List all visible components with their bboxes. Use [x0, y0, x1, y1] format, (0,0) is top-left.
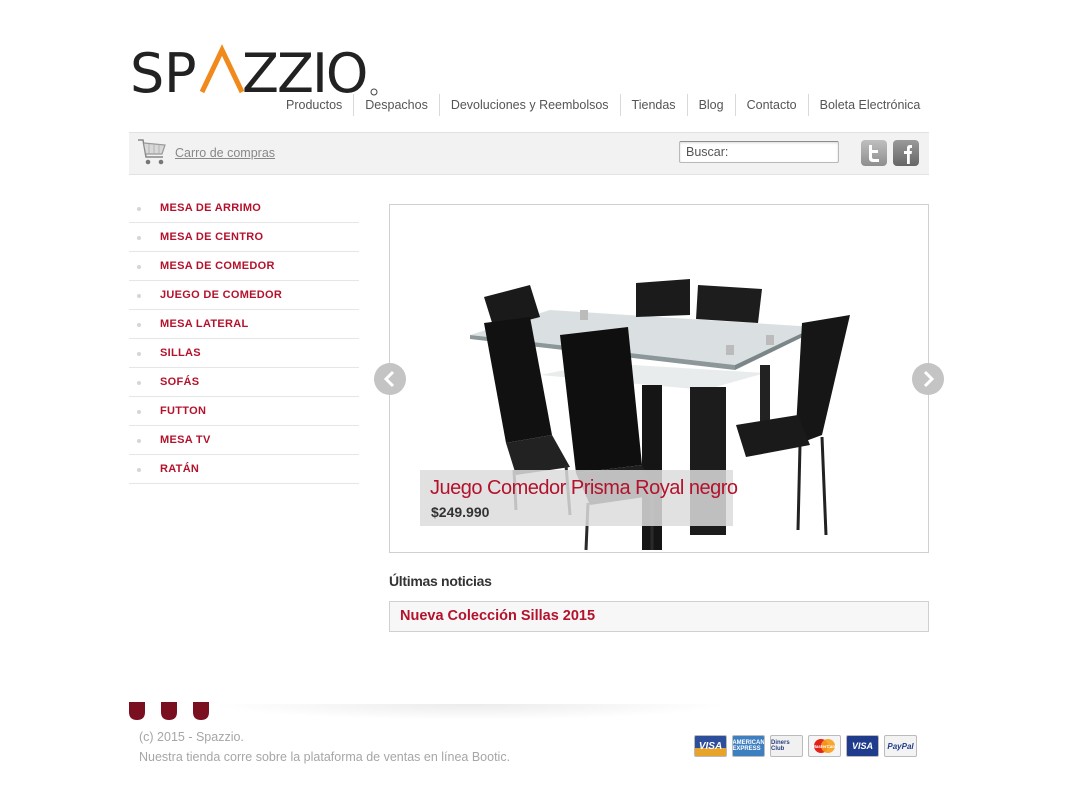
cart-link[interactable]: Carro de compras [175, 146, 275, 160]
nav-despachos[interactable]: Despachos [353, 94, 439, 116]
search-input[interactable] [679, 141, 839, 163]
news-link[interactable]: Nueva Colección Sillas 2015 [400, 608, 595, 624]
footer-shadow [210, 704, 730, 720]
slider-next-button[interactable] [912, 363, 944, 395]
category-juego-de-comedor[interactable]: JUEGO DE COMEDOR [129, 281, 359, 310]
bullet-icon [137, 410, 141, 414]
slide-title[interactable]: Juego Comedor Prisma Royal negro [430, 477, 738, 500]
svg-text:S: S [130, 44, 162, 100]
category-label: MESA DE COMEDOR [160, 260, 275, 272]
category-ratan[interactable]: RATÁN [129, 455, 359, 484]
facebook-icon[interactable] [893, 140, 919, 166]
category-sillas[interactable]: SILLAS [129, 339, 359, 368]
amex-icon: AMERICAN EXPRESS [732, 735, 765, 757]
nav-tiendas[interactable]: Tiendas [619, 94, 687, 116]
platform-text: Nuestra tienda corre sobre la plataforma… [139, 750, 511, 764]
category-label: SOFÁS [160, 376, 200, 388]
nav-devoluciones[interactable]: Devoluciones y Reembolsos [438, 94, 620, 116]
bullet-icon [137, 323, 141, 327]
category-mesa-de-comedor[interactable]: MESA DE COMEDOR [129, 252, 359, 281]
slider-prev-button[interactable] [374, 363, 406, 395]
category-label: RATÁN [160, 463, 200, 475]
category-mesa-de-arrimo[interactable]: MESA DE ARRIMO [129, 194, 359, 223]
nav-contacto[interactable]: Contacto [734, 94, 808, 116]
category-mesa-tv[interactable]: MESA TV [129, 426, 359, 455]
bullet-icon [137, 294, 141, 298]
category-label: JUEGO DE COMEDOR [160, 289, 283, 301]
awning-decoration [129, 702, 209, 720]
bullet-icon [137, 352, 141, 356]
toolbar: Carro de compras [129, 132, 929, 175]
slide-caption[interactable]: Juego Comedor Prisma Royal negro $249.99… [420, 470, 738, 526]
category-label: SILLAS [160, 347, 201, 359]
category-label: MESA LATERAL [160, 318, 249, 330]
svg-text:P: P [164, 44, 197, 100]
slide-price: $249.990 [431, 504, 490, 520]
category-mesa-lateral[interactable]: MESA LATERAL [129, 310, 359, 339]
category-mesa-de-centro[interactable]: MESA DE CENTRO [129, 223, 359, 252]
payment-methods: VISA AMERICAN EXPRESS Diners Club Master… [694, 735, 917, 757]
bullet-icon [137, 265, 141, 269]
nav-blog[interactable]: Blog [686, 94, 735, 116]
bullet-icon [137, 439, 141, 443]
nav-productos[interactable]: Productos [275, 94, 353, 116]
news-heading: Últimas noticias [389, 573, 492, 589]
bullet-icon [137, 381, 141, 385]
bullet-icon [137, 236, 141, 240]
chevron-left-icon [383, 370, 395, 388]
mastercard-label: MasterCard [812, 744, 837, 749]
top-navigation: Productos Despachos Devoluciones y Reemb… [275, 94, 931, 116]
category-label: MESA DE CENTRO [160, 231, 264, 243]
category-sofas[interactable]: SOFÁS [129, 368, 359, 397]
visa-icon: VISA [694, 735, 727, 757]
featured-slider[interactable]: Juego Comedor Prisma Royal negro $249.99… [389, 204, 929, 553]
bullet-icon [137, 207, 141, 211]
site-logo[interactable]: S P ZZIO [130, 44, 380, 100]
category-label: FUTTON [160, 405, 207, 417]
category-sidebar: MESA DE ARRIMO MESA DE CENTRO MESA DE CO… [129, 194, 359, 484]
shopping-cart-icon[interactable] [137, 137, 167, 169]
category-label: MESA DE ARRIMO [160, 202, 262, 214]
mastercard-icon: MasterCard [808, 735, 841, 757]
paypal-icon: PayPal [884, 735, 917, 757]
nav-boleta-electronica[interactable]: Boleta Electrónica [807, 94, 932, 116]
category-label: MESA TV [160, 434, 211, 446]
svg-text:ZZIO: ZZIO [242, 44, 366, 100]
chevron-right-icon [923, 370, 935, 388]
visa-debit-icon: VISA [846, 735, 879, 757]
category-futton[interactable]: FUTTON [129, 397, 359, 426]
bullet-icon [137, 468, 141, 472]
news-item: Nueva Colección Sillas 2015 [389, 601, 929, 632]
copyright-text: (c) 2015 - Spazzio. [139, 730, 244, 744]
twitter-icon[interactable] [861, 140, 887, 166]
diners-icon: Diners Club [770, 735, 803, 757]
